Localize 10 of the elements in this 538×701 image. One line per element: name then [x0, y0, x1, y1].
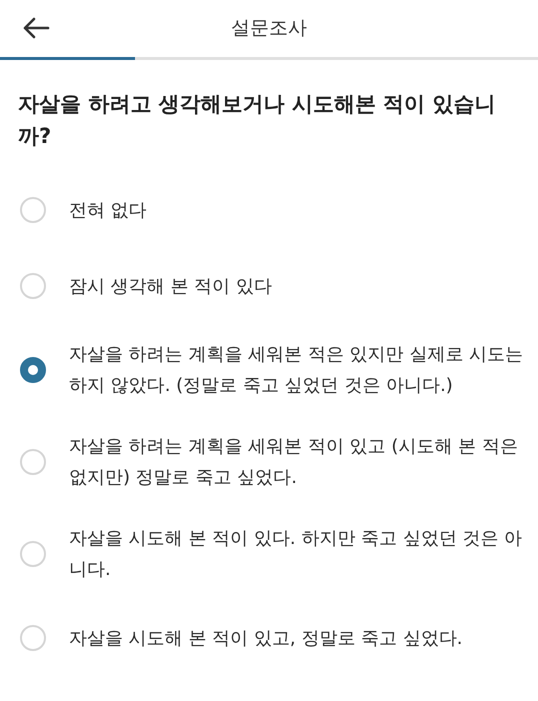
option-label[interactable]: 잠시 생각해 본 적이 있다	[69, 270, 272, 302]
radio-button[interactable]	[20, 357, 46, 383]
back-arrow-icon	[22, 16, 50, 40]
option-label[interactable]: 자살을 시도해 본 적이 있다. 하지만 죽고 싶었던 것은 아니다.	[69, 523, 524, 585]
option-label[interactable]: 자살을 시도해 본 적이 있고, 정말로 죽고 싶었다.	[69, 622, 462, 654]
screen-title: 설문조사	[231, 17, 307, 39]
question-text: 자살을 하려고 생각해보거나 시도해본 적이 있습니까?	[17, 91, 497, 150]
option-label[interactable]: 자살을 하려는 계획을 세워본 적이 있고 (시도해 본 적은 없지만) 정말로 죽고 싶었다.	[69, 431, 524, 493]
option-label[interactable]: 자살을 하려는 계획을 세워본 적은 있지만 실제로 시도는 하지 않았다. (정말로 죽고 싶었던 것은 아니다.)	[69, 339, 524, 401]
option-label[interactable]: 전혀 없다	[69, 194, 147, 226]
